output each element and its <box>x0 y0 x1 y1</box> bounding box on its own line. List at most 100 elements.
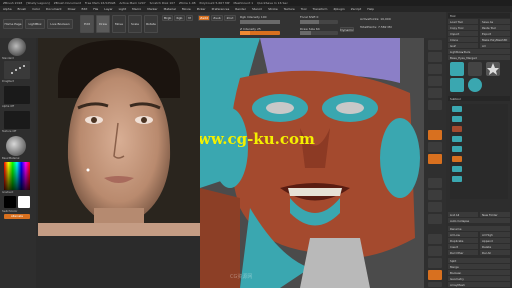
copy-tool-button[interactable]: Copy Tool <box>448 25 478 30</box>
main-color-swatch[interactable] <box>4 196 16 208</box>
merge-button[interactable]: Merge <box>448 264 510 269</box>
arraymesh-section[interactable]: ArrayMesh <box>448 282 510 287</box>
geometry-section[interactable]: Geometry <box>448 276 510 281</box>
paste-tool-button[interactable]: Paste Tool <box>480 25 510 30</box>
scale-button[interactable]: Scale <box>128 15 142 33</box>
menu-transform[interactable]: Transform <box>313 7 328 11</box>
live-boolean-button[interactable]: Live Boolean <box>47 19 73 29</box>
import-button[interactable]: Import <box>448 31 478 36</box>
aahalf-button[interactable] <box>428 100 442 110</box>
tool-thumb-star[interactable] <box>486 62 500 76</box>
menu-light[interactable]: Light <box>119 7 127 11</box>
subtool-item-icon[interactable] <box>452 166 462 172</box>
move-button[interactable]: Move <box>112 15 126 33</box>
del-all-button[interactable]: Del All <box>480 250 510 255</box>
alternate-button[interactable]: Alternate <box>4 214 30 219</box>
insert-button[interactable]: Insert <box>448 244 478 249</box>
alpha-thumbnail[interactable] <box>4 86 30 104</box>
boolean-button[interactable]: Boolean <box>448 270 510 275</box>
menu-brush[interactable]: Brush <box>18 7 27 11</box>
zoom-button[interactable] <box>428 76 442 86</box>
subtool-item-icon[interactable] <box>452 116 462 122</box>
split-button[interactable]: Split <box>448 258 510 263</box>
menu-layer[interactable]: Layer <box>104 7 112 11</box>
zadd-button[interactable]: Zadd <box>198 15 210 21</box>
menu-macro[interactable]: Macro <box>132 7 141 11</box>
menu-picker[interactable]: Picker <box>197 7 206 11</box>
menu-file[interactable]: File <box>93 7 98 11</box>
edit-button[interactable]: Edit <box>80 15 94 33</box>
menu-edit[interactable]: Edit <box>81 7 87 11</box>
export-button[interactable]: Export <box>480 31 510 36</box>
home-page-button[interactable]: Home Page <box>3 19 23 29</box>
spix-button[interactable] <box>428 52 442 62</box>
secondary-color-swatch[interactable] <box>18 196 30 208</box>
subtool-item-icon[interactable] <box>452 136 462 142</box>
all-low-button[interactable]: All Low <box>448 232 478 237</box>
dynamic-button[interactable]: Dynamic <box>340 27 354 32</box>
menu-zplugin[interactable]: Zplugin <box>333 7 344 11</box>
lightbox-button[interactable]: LightBox <box>25 19 45 29</box>
menu-material[interactable]: Material <box>164 7 176 11</box>
transp-button[interactable] <box>428 246 442 256</box>
goz-button[interactable]: GoZ <box>448 43 478 48</box>
append-button[interactable]: Append <box>480 238 510 243</box>
subtool-header[interactable]: Subtool <box>448 96 510 101</box>
menu-help[interactable]: Help <box>367 7 374 11</box>
menu-zscript[interactable]: Zscript <box>351 7 361 11</box>
menu-texture[interactable]: Texture <box>284 7 295 11</box>
tool-thumb-eyes[interactable] <box>450 78 464 92</box>
menu-render[interactable]: Render <box>235 7 246 11</box>
make-polymesh-button[interactable]: Make PolyMesh3D <box>480 37 510 42</box>
scroll-button[interactable] <box>428 64 442 74</box>
menu-tool[interactable]: Tool <box>301 7 307 11</box>
ghost-button[interactable] <box>428 258 442 268</box>
lightbox-tools-button[interactable]: Lightbox▸Tools <box>448 49 510 54</box>
menu-stencil[interactable]: Stencil <box>252 7 262 11</box>
tool-thumb-head[interactable] <box>450 62 464 76</box>
material-sphere-icon[interactable] <box>6 136 26 156</box>
zcut-button[interactable]: Zcut <box>224 15 236 21</box>
viewport-canvas[interactable]: www.cg-ku.com CG资源网 <box>200 38 424 288</box>
clone-button[interactable]: Clone <box>448 37 478 42</box>
menu-document[interactable]: Document <box>46 7 62 11</box>
new-folder-button[interactable]: New Folder <box>480 212 510 217</box>
rotate-view-button[interactable] <box>428 214 442 224</box>
all-high-button[interactable]: All High <box>480 232 510 237</box>
tool-thumb-ring[interactable] <box>468 78 482 92</box>
texture-thumbnail[interactable] <box>4 111 30 129</box>
menu-stroke[interactable]: Stroke <box>268 7 278 11</box>
draw-size-slider[interactable] <box>300 31 338 35</box>
subtool-item-icon[interactable] <box>452 146 462 152</box>
xpose-button[interactable] <box>428 282 442 287</box>
polyf-button[interactable] <box>428 234 442 244</box>
local-button[interactable] <box>428 154 442 164</box>
current-tool-name[interactable]: Base_Eyes_Merged <box>448 55 510 60</box>
focal-shift-slider[interactable] <box>300 20 338 24</box>
rename-button[interactable]: Rename <box>448 226 510 231</box>
rotate-button[interactable]: Rotate <box>144 15 158 33</box>
all-button[interactable]: All <box>480 43 510 48</box>
menu-color[interactable]: Color <box>32 7 40 11</box>
frame-button[interactable] <box>428 178 442 188</box>
m-button[interactable]: M <box>186 15 193 21</box>
persp-button[interactable] <box>428 130 442 140</box>
tool-thumb-sphere[interactable] <box>468 62 482 76</box>
del-other-button[interactable]: Del Other <box>448 250 478 255</box>
duplicate-button[interactable]: Duplicate <box>448 238 478 243</box>
floor-button[interactable] <box>428 142 442 152</box>
save-as-button[interactable]: Save As <box>480 19 510 24</box>
z-intensity-slider[interactable] <box>240 31 280 35</box>
solo-button[interactable] <box>428 270 442 280</box>
delete-button[interactable]: Delete <box>480 244 510 249</box>
draw-button[interactable]: Draw <box>96 15 110 33</box>
menu-movie[interactable]: Movie <box>182 7 191 11</box>
rgb-button[interactable]: Rgb <box>174 15 185 21</box>
subtool-item-icon[interactable] <box>452 176 462 182</box>
mrgb-button[interactable]: Mrgb <box>162 15 173 21</box>
menu-draw[interactable]: Draw <box>68 7 76 11</box>
rgb-intensity-slider[interactable] <box>240 20 280 24</box>
subtool-item-icon[interactable] <box>452 126 462 132</box>
menu-preferences[interactable]: Preferences <box>212 7 230 11</box>
dragrect-stroke-icon[interactable] <box>4 61 30 79</box>
